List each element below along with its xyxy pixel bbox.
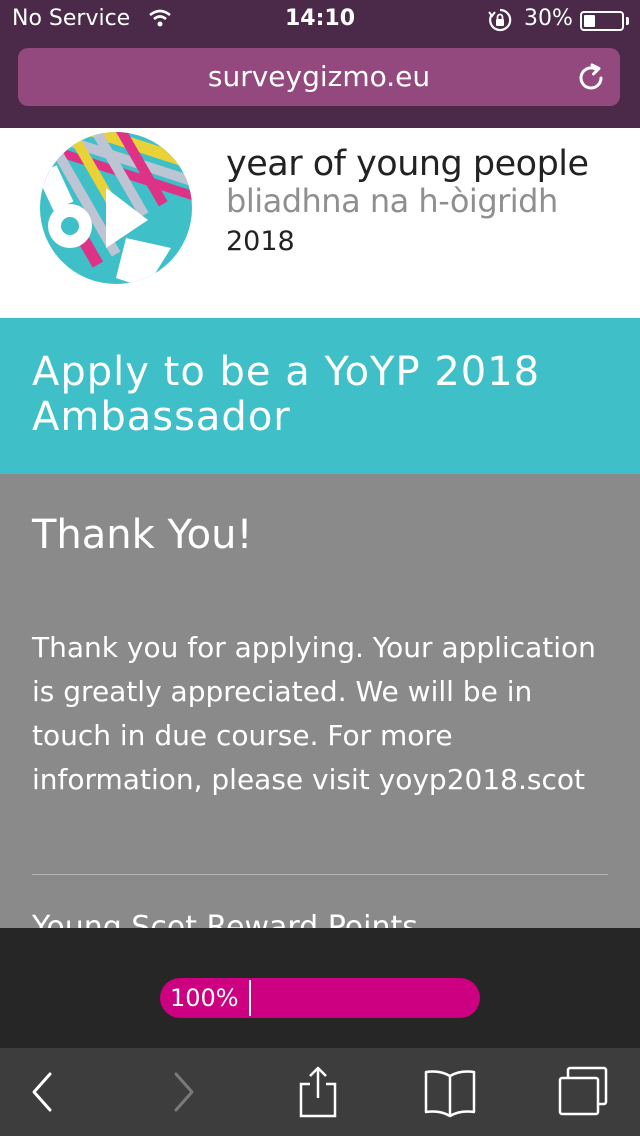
battery-icon: [580, 11, 624, 31]
logo-line-gaelic: bliadhna na h-òigridh: [226, 182, 558, 220]
logo-line-english: year of young people: [226, 144, 589, 184]
thank-you-message: Thank you for applying. Your application…: [32, 631, 596, 796]
battery-tip: [626, 17, 629, 25]
logo-wordmark: year of young people bliadhna na h-òigri…: [226, 144, 589, 257]
progress-footer: 100%: [0, 928, 640, 1048]
forward-icon[interactable]: [152, 1066, 212, 1118]
tabs-icon[interactable]: [554, 1066, 614, 1118]
status-bar: No Service 14:10 30%: [0, 0, 640, 40]
progress-label: 100%: [170, 984, 239, 1012]
logo-line-year: 2018: [226, 226, 295, 257]
section-divider: [32, 874, 608, 875]
browser-chrome: surveygizmo.eu: [0, 40, 640, 128]
battery-percent: 30%: [524, 6, 573, 31]
back-icon[interactable]: [14, 1066, 74, 1118]
progress-marker: [249, 980, 251, 1016]
reward-points-heading: Young Scot Reward Points: [32, 910, 418, 928]
address-bar[interactable]: surveygizmo.eu: [18, 48, 620, 106]
survey-title: Apply to be a YoYP 2018 Ambassador: [32, 349, 541, 440]
survey-content: Thank You! Thank you for applying. Your …: [0, 474, 640, 928]
url-text[interactable]: surveygizmo.eu: [18, 60, 620, 93]
progress-bar: 100%: [160, 978, 480, 1018]
site-header: year of young people bliadhna na h-òigri…: [0, 128, 640, 318]
share-icon[interactable]: [288, 1066, 348, 1118]
bookmarks-icon[interactable]: [420, 1066, 480, 1118]
yoyp-logo: [36, 128, 196, 292]
browser-toolbar: [0, 1048, 640, 1136]
rotation-lock-icon: [488, 8, 512, 36]
thank-you-heading: Thank You!: [32, 512, 253, 558]
survey-title-band: Apply to be a YoYP 2018 Ambassador: [0, 318, 640, 474]
reload-icon[interactable]: [576, 63, 606, 97]
